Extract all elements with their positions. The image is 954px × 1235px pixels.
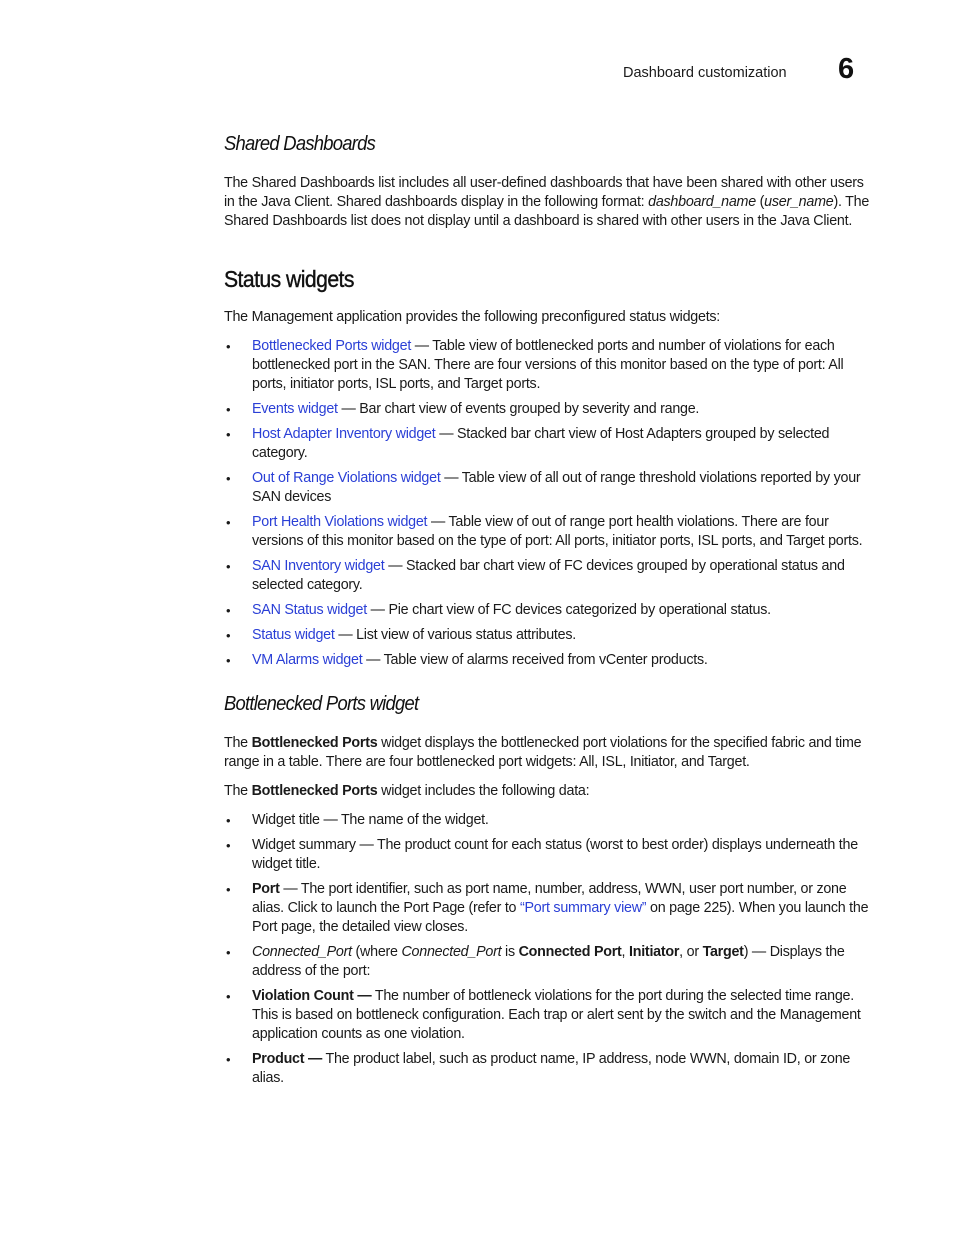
bullet-icon: •: [226, 653, 231, 668]
bottlenecked-ports-heading: Bottlenecked Ports widget: [224, 693, 419, 715]
bold-term: Initiator: [629, 944, 680, 960]
port-health-violations-widget-link[interactable]: Port Health Violations widget: [252, 514, 428, 530]
host-adapter-inventory-widget-link[interactable]: Host Adapter Inventory widget: [252, 426, 436, 442]
item-description: — List view of various status attributes…: [334, 627, 576, 643]
dashboard-name-term: dashboard_name: [648, 194, 756, 210]
widget-summary-description: Widget summary — The product count for e…: [252, 837, 858, 872]
bullet-icon: •: [226, 838, 231, 853]
bullet-icon: •: [226, 515, 231, 530]
item-description: — Pie chart view of FC devices categoriz…: [366, 602, 771, 618]
out-of-range-violations-widget-link[interactable]: Out of Range Violations widget: [252, 470, 441, 486]
bullet-icon: •: [226, 813, 231, 828]
text: The: [224, 735, 252, 751]
bullet-icon: •: [226, 882, 231, 897]
bold-term: Violation Count —: [252, 988, 372, 1004]
status-widget-link[interactable]: Status widget: [252, 627, 335, 643]
list-item: • Product — The product label, such as pr…: [224, 1050, 874, 1088]
list-item: • SAN Status widget — Pie chart view of F…: [224, 601, 874, 620]
bottlenecked-ports-paragraph-2: The Bottlenecked Ports widget includes t…: [224, 782, 874, 801]
bold-term: Bottlenecked Ports: [251, 735, 378, 751]
shared-dashboards-paragraph: The Shared Dashboards list includes all …: [224, 174, 874, 231]
port-summary-view-link[interactable]: “Port summary view”: [520, 900, 647, 916]
item-description: — Table view of alarms received from vCe…: [362, 652, 708, 668]
list-item: • Host Adapter Inventory widget — Stacked…: [224, 425, 874, 463]
bold-term: Port: [252, 881, 280, 897]
bold-term: Bottlenecked Ports: [251, 783, 378, 799]
widget-title-description: Widget title — The name of the widget.: [252, 812, 489, 828]
bottlenecked-ports-data-list: • Widget title — The name of the widget. …: [224, 811, 874, 1088]
bullet-icon: •: [226, 471, 231, 486]
text: ,: [621, 944, 629, 960]
bullet-icon: •: [226, 427, 231, 442]
list-item: • Out of Range Violations widget — Table …: [224, 469, 874, 507]
list-item: • Violation Count — The number of bottlen…: [224, 987, 874, 1044]
bullet-icon: •: [226, 989, 231, 1004]
status-widgets-list: • Bottlenecked Ports widget — Table view …: [224, 337, 874, 670]
list-item: • Widget title — The name of the widget.: [224, 811, 874, 830]
san-status-widget-link[interactable]: SAN Status widget: [252, 602, 367, 618]
text: The: [224, 783, 252, 799]
text: is: [501, 944, 519, 960]
bottlenecked-ports-widget-link[interactable]: Bottlenecked Ports widget: [252, 338, 411, 354]
list-item: • SAN Inventory widget — Stacked bar char…: [224, 557, 874, 595]
list-item: • VM Alarms widget — Table view of alarms…: [224, 651, 874, 670]
list-item: • Port — The port identifier, such as por…: [224, 880, 874, 937]
bullet-icon: •: [226, 603, 231, 618]
events-widget-link[interactable]: Events widget: [252, 401, 338, 417]
list-item: • Bottlenecked Ports widget — Table view …: [224, 337, 874, 394]
shared-dashboards-heading: Shared Dashboards: [224, 133, 376, 155]
text: widget includes the following data:: [377, 783, 590, 799]
status-widgets-heading: Status widgets: [224, 266, 355, 292]
bold-term: Product —: [252, 1051, 323, 1067]
bullet-icon: •: [226, 402, 231, 417]
san-inventory-widget-link[interactable]: SAN Inventory widget: [252, 558, 385, 574]
text: (where: [351, 944, 402, 960]
bold-term: Connected Port: [518, 944, 622, 960]
list-item: • Port Health Violations widget — Table v…: [224, 513, 874, 551]
text: The product label, such as product name,…: [252, 1051, 851, 1086]
item-description: — Bar chart view of events grouped by se…: [337, 401, 700, 417]
bullet-icon: •: [226, 1052, 231, 1067]
status-widgets-intro: The Management application provides the …: [224, 309, 721, 325]
page-content: Shared Dashboards The Shared Dashboards …: [224, 130, 874, 1094]
user-name-term: user_name: [764, 194, 834, 210]
bottlenecked-ports-paragraph-1: The Bottlenecked Ports widget displays t…: [224, 734, 874, 772]
vm-alarms-widget-link[interactable]: VM Alarms widget: [252, 652, 363, 668]
bold-term: Target: [702, 944, 744, 960]
bullet-icon: •: [226, 945, 231, 960]
chapter-number: 6: [838, 53, 855, 85]
italic-term: Connected_Port: [401, 944, 502, 960]
text: , or: [679, 944, 703, 960]
text: (: [755, 194, 765, 210]
list-item: • Events widget — Bar chart view of event…: [224, 400, 874, 419]
bullet-icon: •: [226, 628, 231, 643]
running-header-title: Dashboard customization: [623, 65, 787, 81]
list-item: • Widget summary — The product count for …: [224, 836, 874, 874]
list-item: • Status widget — List view of various st…: [224, 626, 874, 645]
list-item: • Connected_Port (where Connected_Port is…: [224, 943, 874, 981]
italic-term: Connected_Port: [252, 944, 352, 960]
bullet-icon: •: [226, 339, 231, 354]
bullet-icon: •: [226, 559, 231, 574]
